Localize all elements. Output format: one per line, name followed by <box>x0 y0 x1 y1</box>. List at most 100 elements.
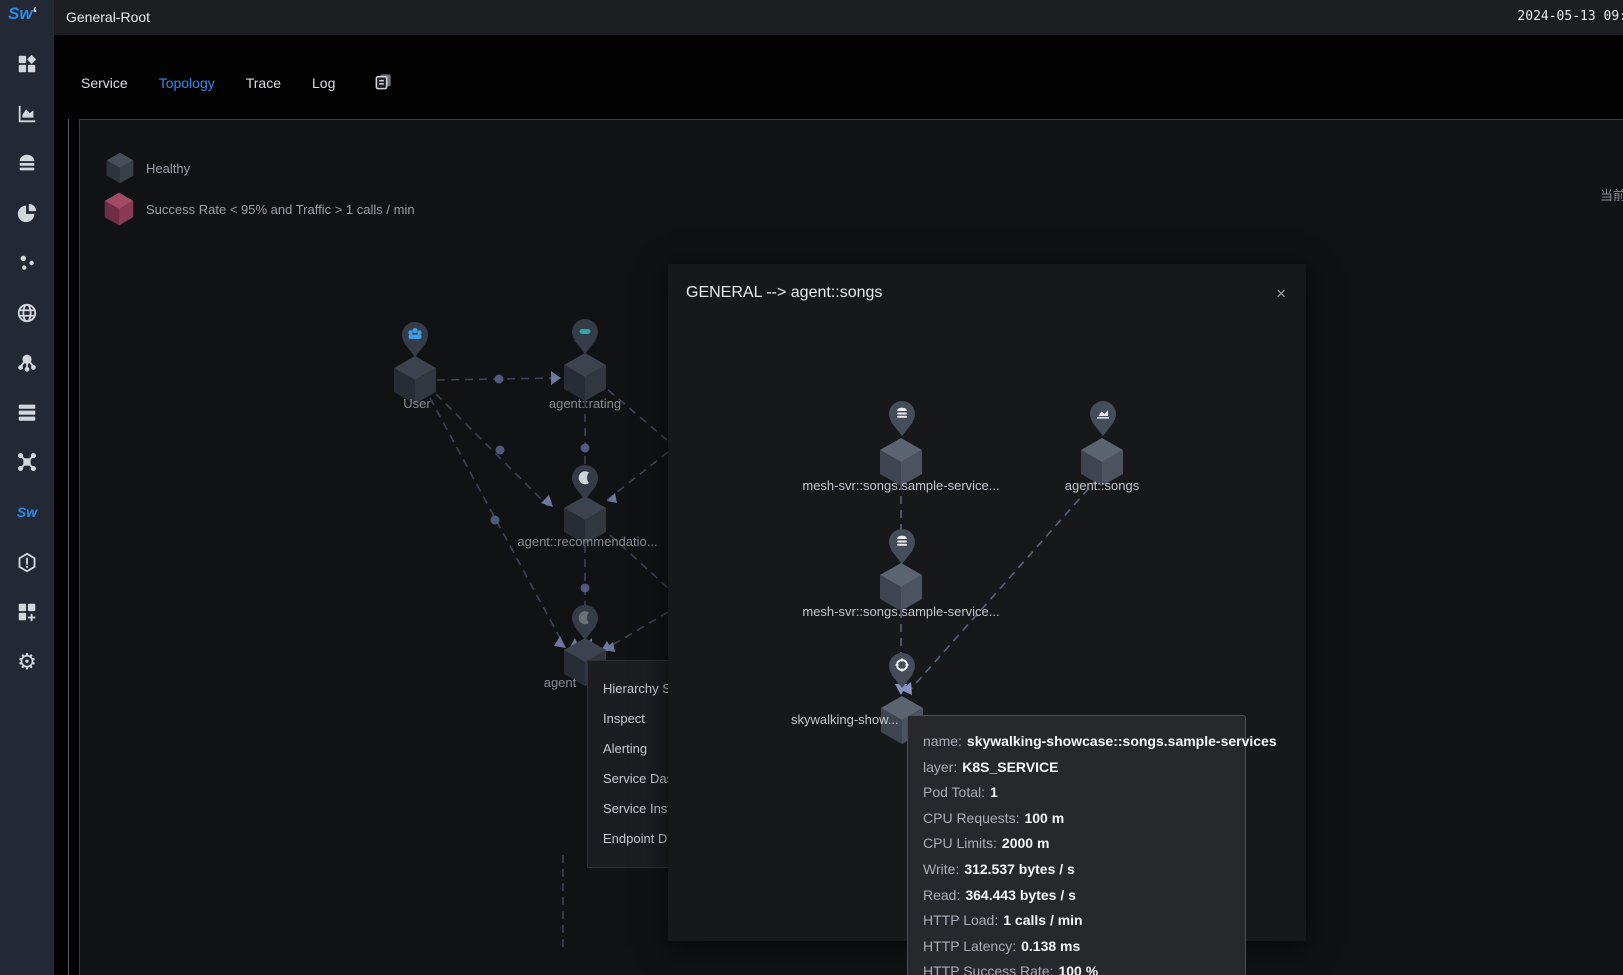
database-pin-icon <box>887 528 917 566</box>
tooltip-row-http-load: HTTP Load:1 calls / min <box>923 908 1230 934</box>
tooltip-value: skywalking-showcase::songs.sample-servic… <box>967 733 1277 749</box>
chart-pin-icon <box>1088 400 1118 438</box>
modal-node-agent-songs-label: agent::songs <box>1027 478 1177 493</box>
sidebar-item-settings[interactable]: ⚙ <box>0 647 54 677</box>
tooltip-value: 2000 m <box>1002 835 1049 851</box>
current-time-label: 当前 <box>1600 185 1623 204</box>
tooltip-label: Read: <box>923 887 960 903</box>
modal-edge-lines <box>901 468 1098 690</box>
server-list-icon <box>16 401 38 423</box>
service-cube-icon <box>563 352 607 402</box>
tooltip-row-write: Write: 312.537 bytes / s <box>923 857 1230 883</box>
copy-document-icon[interactable] <box>374 72 393 94</box>
dashboard-icon <box>16 53 38 75</box>
page-title: General-Root <box>66 9 150 25</box>
tooltip-label: CPU Requests: <box>923 810 1019 826</box>
tooltip-label: HTTP Success Rate: <box>923 963 1053 975</box>
tooltip-row-cpu-limits: CPU Limits: 2000 m <box>923 831 1230 857</box>
sidebar-item-pie[interactable] <box>0 198 54 228</box>
panel-divider <box>68 119 69 975</box>
tooltip-row-http-latency: HTTP Latency: 0.138 ms <box>923 934 1230 960</box>
sidebar-item-sampling[interactable] <box>0 248 54 278</box>
tooltip-row-pod-total: Pod Total: 1 <box>923 780 1230 806</box>
skywalking-app: Swʻ Sw <box>0 0 1623 975</box>
tooltip-value: 100 m <box>1024 810 1064 826</box>
sidebar-item-browser[interactable] <box>0 298 54 328</box>
modal-node-k8s-pin[interactable] <box>887 652 917 695</box>
tab-trace[interactable]: Trace <box>246 75 281 91</box>
probe-robot-icon <box>16 351 38 373</box>
sidebar-item-database[interactable] <box>0 148 54 178</box>
modal-node-mesh-mid-label: mesh-svr::songs.sample-service... <box>786 604 1016 619</box>
sidebar-item-topology[interactable] <box>0 447 54 477</box>
rating-pin-icon <box>570 318 600 356</box>
alarm-hexagon-icon <box>16 552 38 574</box>
tab-topology[interactable]: Topology <box>159 75 215 91</box>
database-pin-icon <box>887 400 917 438</box>
modal-title: GENERAL --> agent::songs <box>686 284 882 302</box>
scatter-dots-icon <box>16 252 38 274</box>
timestamp: 2024-05-13 09: <box>1517 9 1623 24</box>
tooltip-value: 0.138 ms <box>1021 938 1080 954</box>
sidebar-item-services-list[interactable] <box>0 397 54 427</box>
node-rating[interactable] <box>563 352 607 402</box>
modal-node-mesh-top-label: mesh-svr::songs.sample-service... <box>786 478 1016 493</box>
logo-curl: ʻ <box>33 4 38 23</box>
node-recommendation-label: agent::recommendatio... <box>505 534 670 549</box>
modal-node-k8s-label: skywalking-show... <box>791 712 899 727</box>
skywalking-logo-text: Sw <box>8 4 33 23</box>
tab-log[interactable]: Log <box>312 75 335 91</box>
sidebar-item-telemetry[interactable] <box>0 347 54 377</box>
topbar: General-Root 2024-05-13 09: <box>54 0 1623 35</box>
sidebar: Swʻ Sw <box>0 0 54 975</box>
database-icon <box>897 408 907 418</box>
rating-lang-icon <box>580 329 591 334</box>
globe-icon <box>16 302 38 324</box>
legend-healthy: Healthy <box>106 152 190 184</box>
database-icon <box>16 152 38 174</box>
node-user-label: User <box>367 396 467 411</box>
tooltip-value: 364.443 bytes / s <box>965 887 1076 903</box>
skywalking-icon: Sw <box>17 504 37 520</box>
tooltip-label: Pod Total: <box>923 784 985 800</box>
healthy-cube-icon <box>106 152 134 184</box>
tooltip-value: 1 calls / min <box>1003 912 1082 928</box>
tooltip-label: layer: <box>923 759 957 775</box>
legend-unhealthy-label: Success Rate < 95% and Traffic > 1 calls… <box>146 202 415 217</box>
skywalking-logo[interactable]: Swʻ <box>8 4 37 24</box>
tooltip-label: CPU Limits: <box>923 835 997 851</box>
tab-bar: Service Topology Trace Log <box>81 62 393 104</box>
user-pin-icon <box>400 321 430 359</box>
tooltip-row-name: name:skywalking-showcase::songs.sample-s… <box>923 729 1230 755</box>
sidebar-item-metrics[interactable] <box>0 99 54 129</box>
sidebar-item-dashboard[interactable] <box>0 49 54 79</box>
node-metrics-tooltip: name:skywalking-showcase::songs.sample-s… <box>907 715 1246 975</box>
tooltip-value: 312.537 bytes / s <box>964 861 1075 877</box>
sidebar-item-marketplace[interactable] <box>0 597 54 627</box>
legend-unhealthy: Success Rate < 95% and Traffic > 1 calls… <box>104 192 415 226</box>
unhealthy-cube-icon <box>104 192 134 226</box>
tooltip-row-layer: layer: K8S_SERVICE <box>923 755 1230 781</box>
tooltip-value: K8S_SERVICE <box>962 759 1058 775</box>
network-mesh-icon <box>16 451 38 473</box>
tab-service[interactable]: Service <box>81 75 128 91</box>
sidebar-item-skywalking[interactable]: Sw <box>0 497 54 527</box>
tooltip-value: 1 <box>990 784 998 800</box>
tooltip-label: Write: <box>923 861 959 877</box>
gear-icon: ⚙ <box>17 651 37 673</box>
tooltip-value: 100 % <box>1058 963 1098 975</box>
tooltip-row-http-success: HTTP Success Rate: 100 % <box>923 959 1230 975</box>
bar-chart-icon <box>16 103 38 125</box>
legend-healthy-label: Healthy <box>146 161 190 176</box>
pie-chart-icon <box>16 202 38 224</box>
node-rating-label: agent::rating <box>515 396 655 411</box>
tooltip-label: HTTP Latency: <box>923 938 1016 954</box>
tooltip-row-read: Read: 364.443 bytes / s <box>923 883 1230 909</box>
database-icon <box>897 536 907 546</box>
k8s-wheel-pin-icon <box>887 652 917 690</box>
tooltip-row-cpu-requests: CPU Requests: 100 m <box>923 806 1230 832</box>
close-icon[interactable]: × <box>1276 286 1286 302</box>
marketplace-grid-icon <box>16 601 38 623</box>
sidebar-item-alarm[interactable] <box>0 548 54 578</box>
tooltip-label: name: <box>923 733 962 749</box>
